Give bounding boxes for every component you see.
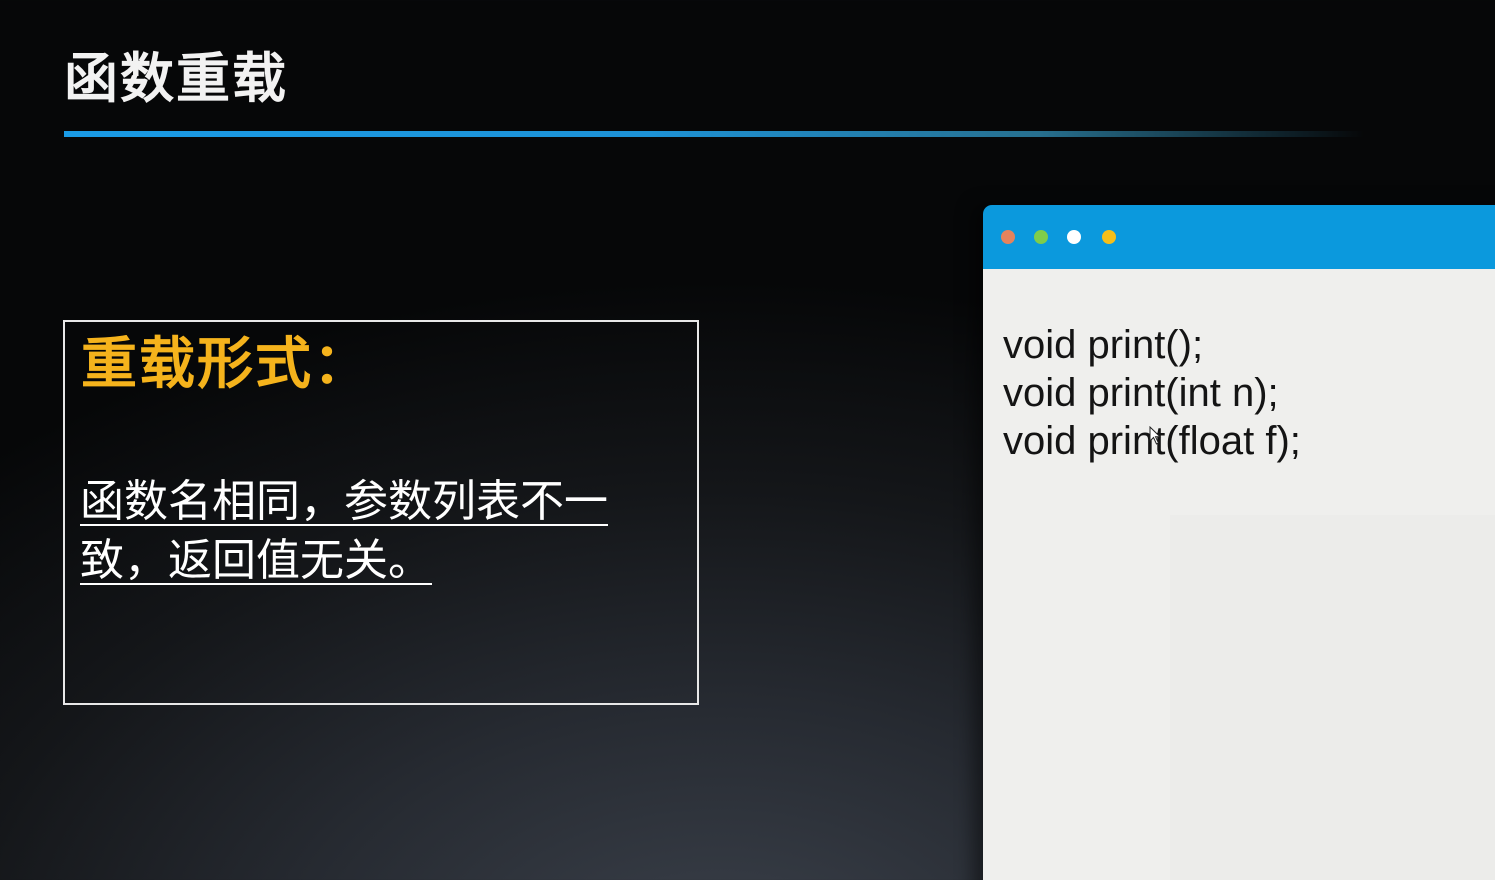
window-dot-white <box>1067 230 1081 244</box>
box-body-text: 函数名相同，参数列表不一致，返回值无关。 <box>80 472 680 590</box>
window-dot-yellow <box>1102 230 1116 244</box>
code-window: void print(); void print(int n); void pr… <box>983 205 1495 880</box>
window-dot-orange <box>1001 230 1015 244</box>
overload-form-box: 重载形式： 函数名相同，参数列表不一致，返回值无关。 <box>63 320 699 705</box>
box-heading: 重载形式： <box>81 332 371 397</box>
box-body-underlined: 函数名相同，参数列表不一致，返回值无关。 <box>80 476 608 586</box>
window-title-bar <box>983 205 1495 269</box>
slide-title: 函数重载 <box>64 47 288 110</box>
background-panel <box>1170 515 1495 880</box>
code-line: void print(int n); <box>1003 371 1279 415</box>
window-dot-green <box>1034 230 1048 244</box>
title-divider <box>64 131 1364 137</box>
mouse-cursor-icon <box>1149 426 1162 445</box>
window-body: void print(); void print(int n); void pr… <box>983 269 1495 880</box>
code-line: void print(); <box>1003 323 1204 367</box>
